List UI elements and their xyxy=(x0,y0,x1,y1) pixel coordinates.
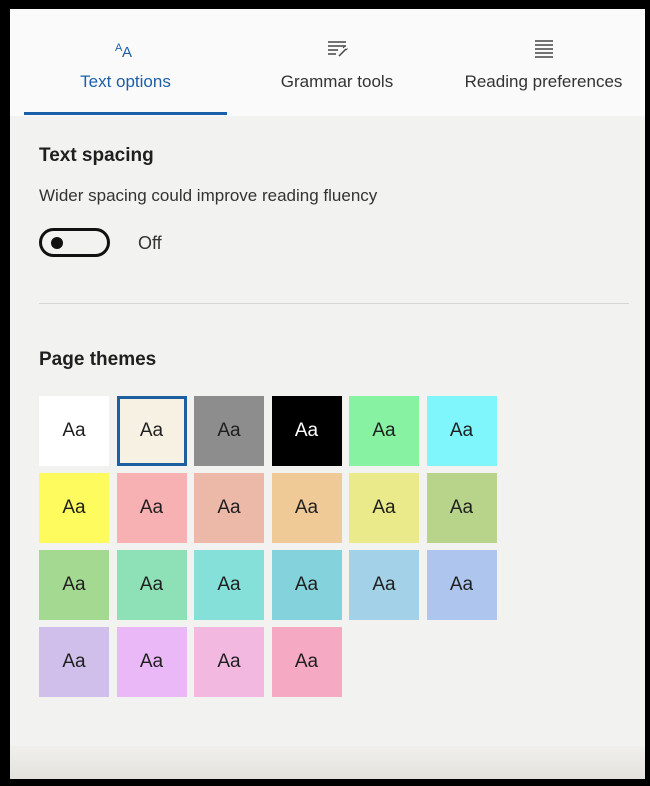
page-theme-swatch[interactable]: Aa xyxy=(349,550,419,620)
toggle-knob xyxy=(51,237,63,249)
page-theme-swatch[interactable]: Aa xyxy=(194,473,264,543)
svg-text:A: A xyxy=(122,44,132,61)
page-theme-swatch[interactable]: Aa xyxy=(426,550,497,620)
page-theme-swatch[interactable]: Aa xyxy=(116,396,187,466)
tab-text-options-label: Text options xyxy=(80,72,171,91)
tab-text-options[interactable]: A A Text options xyxy=(24,9,227,116)
page-theme-swatch[interactable]: Aa xyxy=(39,627,109,697)
page-theme-swatch[interactable]: Aa xyxy=(349,396,419,466)
page-theme-swatch[interactable]: Aa xyxy=(271,550,342,620)
page-theme-swatch[interactable]: Aa xyxy=(39,550,109,620)
page-theme-swatch[interactable]: Aa xyxy=(116,473,187,543)
text-spacing-title: Text spacing xyxy=(39,145,154,166)
page-theme-swatch[interactable]: Aa xyxy=(426,396,497,466)
page-theme-swatch[interactable]: Aa xyxy=(39,396,109,466)
page-theme-swatch[interactable]: Aa xyxy=(271,627,342,697)
page-theme-swatch[interactable]: Aa xyxy=(426,473,497,543)
panel-bottom-edge xyxy=(10,746,645,779)
page-themes-title: Page themes xyxy=(39,349,157,370)
page-theme-swatch[interactable]: Aa xyxy=(349,473,419,543)
page-theme-swatch[interactable]: Aa xyxy=(194,550,264,620)
page-theme-swatch[interactable]: Aa xyxy=(271,473,342,543)
text-size-icon: A A xyxy=(24,39,227,61)
immersive-reader-options-panel: A A Text options Grammar tools Reading p… xyxy=(10,9,645,779)
tab-reading-preferences-label: Reading preferences xyxy=(464,72,623,91)
section-divider xyxy=(39,303,629,304)
grammar-tools-icon xyxy=(247,39,427,61)
page-theme-swatch[interactable]: Aa xyxy=(116,627,187,697)
text-spacing-toggle[interactable] xyxy=(39,228,110,257)
page-theme-swatch[interactable]: Aa xyxy=(39,473,109,543)
page-theme-swatch[interactable]: Aa xyxy=(194,627,264,697)
tab-grammar-tools-label: Grammar tools xyxy=(280,72,394,91)
tab-grammar-tools[interactable]: Grammar tools xyxy=(247,9,427,116)
page-theme-swatch[interactable]: Aa xyxy=(194,396,264,466)
page-theme-swatch[interactable]: Aa xyxy=(116,550,187,620)
page-theme-swatch[interactable]: Aa xyxy=(271,396,342,466)
reading-preferences-icon xyxy=(442,39,645,61)
tab-reading-preferences[interactable]: Reading preferences xyxy=(442,9,645,116)
text-spacing-toggle-state: Off xyxy=(138,233,162,253)
options-tab-bar: A A Text options Grammar tools Reading p… xyxy=(10,9,645,116)
active-tab-indicator xyxy=(24,112,227,115)
text-spacing-description: Wider spacing could improve reading flue… xyxy=(39,186,378,205)
